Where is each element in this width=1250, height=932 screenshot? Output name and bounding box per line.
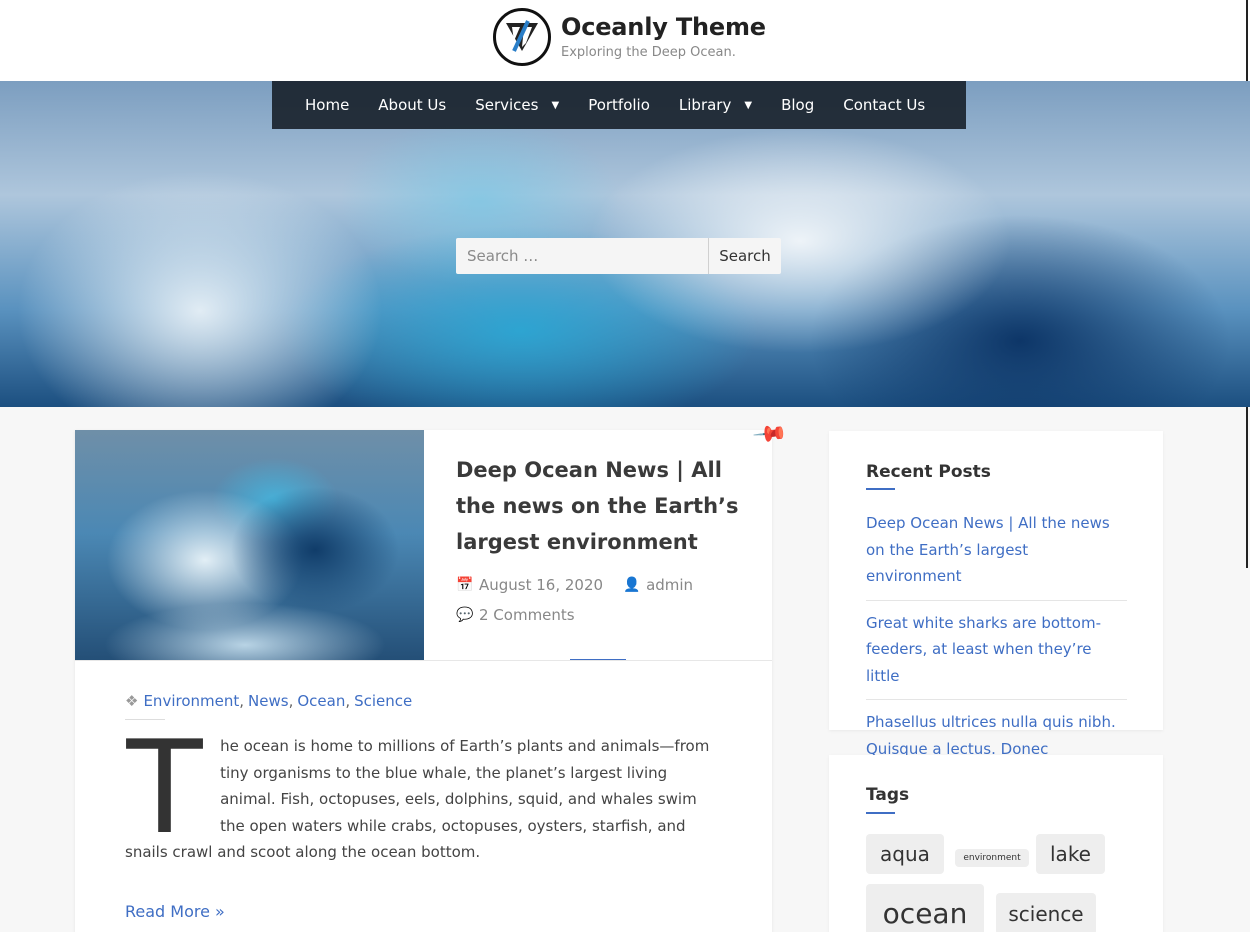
post-meta: 📅 August 16, 2020 👤 admin	[456, 576, 756, 594]
tag-link[interactable]: science	[996, 893, 1096, 932]
widget-title: Tags	[866, 785, 910, 805]
main-navigation: Home About Us Services ▼ Portfolio Librar…	[272, 81, 966, 129]
separator: ,	[239, 692, 245, 710]
post-title[interactable]: Deep Ocean News | All the news on the Ea…	[456, 452, 756, 560]
post-categories: ❖ Environment, News, Ocean, Science	[125, 692, 412, 710]
search-input[interactable]	[456, 238, 708, 274]
nav-item-blog[interactable]: Blog	[781, 96, 814, 114]
hero-banner: Home About Us Services ▼ Portfolio Librar…	[0, 81, 1250, 407]
user-icon: 👤	[623, 577, 641, 593]
drop-cap: T	[123, 709, 207, 861]
post-date[interactable]: August 16, 2020	[479, 576, 603, 594]
recent-posts-widget: Recent Posts Deep Ocean News | All the n…	[829, 431, 1163, 758]
calendar-icon: 📅	[456, 577, 474, 593]
separator: ,	[345, 692, 351, 710]
category-link[interactable]: Science	[354, 692, 412, 710]
tags-icon: ❖	[125, 692, 139, 710]
nav-label: Home	[305, 96, 350, 114]
search-form: Search	[456, 238, 781, 274]
divider	[75, 660, 772, 661]
nav-item-contact-us[interactable]: Contact Us	[843, 96, 925, 114]
site-logo[interactable]	[493, 8, 551, 66]
chevron-down-icon[interactable]: ▼	[551, 100, 559, 111]
nav-item-portfolio[interactable]: Portfolio	[588, 96, 650, 114]
post-excerpt: The ocean is home to millions of Earth’s…	[123, 709, 725, 866]
read-more-link[interactable]: Read More »	[125, 902, 225, 921]
nav-label: Services	[475, 96, 539, 114]
search-button[interactable]: Search	[708, 238, 781, 274]
nav-label: Portfolio	[588, 96, 650, 114]
category-link[interactable]: Environment	[143, 692, 239, 710]
site-header: Oceanly Theme Exploring the Deep Ocean.	[0, 0, 1250, 81]
site-branding: Oceanly Theme Exploring the Deep Ocean.	[493, 8, 766, 66]
title-underline	[866, 488, 895, 490]
category-link[interactable]: News	[248, 692, 289, 710]
nav-label: Library	[678, 96, 732, 114]
nav-label: Contact Us	[843, 96, 926, 114]
nav-item-library[interactable]: Library ▼	[679, 96, 752, 114]
post-comments-link[interactable]: 2 Comments	[479, 606, 575, 624]
nav-item-about-us[interactable]: About Us	[378, 96, 446, 114]
post-card: Deep Ocean News | All the news on the Ea…	[75, 430, 772, 932]
nav-item-home[interactable]: Home	[305, 96, 349, 114]
widget-title: Recent Posts	[866, 462, 991, 482]
separator: ,	[288, 692, 294, 710]
site-tagline: Exploring the Deep Ocean.	[561, 45, 736, 60]
nav-label: Blog	[781, 96, 815, 114]
recent-post-link[interactable]: Deep Ocean News | All the news on the Ea…	[866, 510, 1127, 601]
post-header: Deep Ocean News | All the news on the Ea…	[456, 452, 756, 624]
site-title[interactable]: Oceanly Theme	[561, 12, 766, 42]
post-thumbnail[interactable]	[75, 430, 424, 660]
recent-post-link[interactable]: Great white sharks are bottom-feeders, a…	[866, 610, 1127, 700]
nav-item-services[interactable]: Services ▼	[475, 96, 559, 114]
chevron-down-icon[interactable]: ▼	[744, 100, 752, 111]
post-author[interactable]: admin	[646, 576, 693, 594]
tags-widget: Tags aqua environment lake ocean science	[829, 755, 1163, 932]
excerpt-text: he ocean is home to millions of Earth’s …	[125, 737, 710, 861]
category-link[interactable]: Ocean	[297, 692, 345, 710]
recent-posts-list: Deep Ocean News | All the news on the Ea…	[866, 510, 1127, 781]
comments-icon: 💬	[456, 607, 474, 623]
post-comments-row: 💬 2 Comments	[456, 606, 756, 624]
tag-link[interactable]: lake	[1036, 834, 1105, 874]
triangle-logo-icon	[506, 20, 538, 52]
nav-label: About Us	[378, 96, 447, 114]
title-underline	[866, 812, 895, 814]
tag-link[interactable]: aqua	[866, 834, 944, 874]
tag-link[interactable]: ocean	[866, 884, 984, 932]
tag-link[interactable]: environment	[955, 849, 1029, 867]
